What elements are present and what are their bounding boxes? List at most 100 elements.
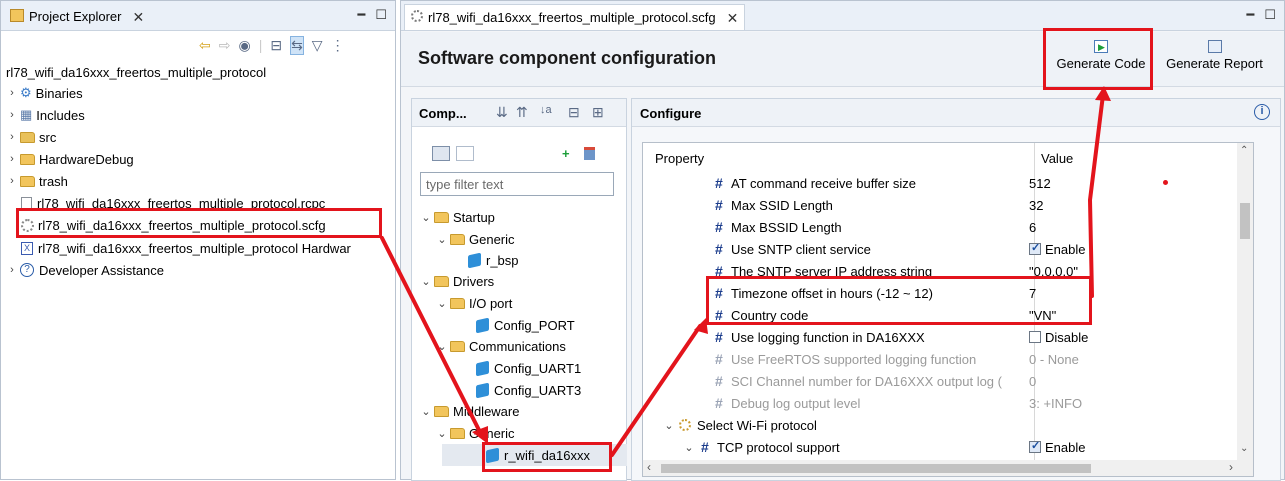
page-title: Software component configuration [418,48,717,68]
property-row[interactable]: # AT command receive buffer size 512 [643,172,1237,194]
maximize-icon[interactable]: ☐ [1264,7,1276,23]
generate-report-button[interactable]: Generate Report [1157,40,1272,71]
tree-item-binaries[interactable]: › ⚙ Binaries [6,82,82,104]
tree-item-r-bsp[interactable]: r_bsp [468,249,519,271]
property-row[interactable]: # Max SSID Length 32 [643,194,1237,216]
chevron-right-icon[interactable]: › [6,264,18,276]
tree-item-config-uart3[interactable]: Config_UART3 [476,379,581,401]
maximize-icon[interactable]: ☐ [375,7,387,23]
chevron-down-icon[interactable]: ⌄ [420,211,432,224]
tab-project-explorer[interactable]: Project Explorer ✕ [4,4,150,30]
property-row[interactable]: # Use logging function in DA16XXX Disable [643,326,1237,348]
property-value: Enable [1045,439,1086,455]
link-editor-icon[interactable]: ⇆ [290,35,304,55]
chevron-right-icon[interactable]: › [6,87,18,99]
home-icon[interactable]: ◉ [238,37,250,54]
highlight-box-generate-code [1043,28,1153,90]
close-icon[interactable]: ✕ [132,9,144,26]
scroll-up-icon[interactable]: ⌃ [1240,145,1248,156]
add-icon[interactable]: + [562,146,570,161]
scroll-right-icon[interactable]: › [1229,460,1233,474]
tab-scfg-editor[interactable]: rl78_wifi_da16xxx_freertos_multiple_prot… [404,4,746,30]
tree-item-communications[interactable]: ⌄ Communications [436,335,565,357]
property-value: 0 [1029,373,1037,389]
scroll-left-icon[interactable]: ‹ [647,460,651,474]
chevron-right-icon[interactable]: › [6,175,18,187]
scrollbar-thumb[interactable] [1240,203,1250,239]
chevron-down-icon[interactable]: ⌄ [436,233,448,246]
chevron-right-icon[interactable]: › [6,131,18,143]
checkbox-unchecked[interactable] [1029,330,1041,343]
remove-component-icon[interactable]: ⇈ [516,104,528,121]
vertical-scrollbar[interactable]: ⌃ ⌄ [1237,143,1253,461]
horizontal-scrollbar[interactable]: ‹ › [643,460,1253,476]
components-title: Comp... [419,106,467,121]
add-component-icon[interactable]: ⇊ [496,104,508,121]
property-row[interactable]: ⌄ # TCP protocol support Enable [643,436,1237,458]
filter-input[interactable]: type filter text [420,172,614,196]
view-flat-icon[interactable] [456,146,474,161]
tree-item-src[interactable]: › src [6,126,56,148]
tree-item-label: src [39,129,57,145]
scrollbar-thumb[interactable] [661,464,1091,473]
folder-icon [434,405,449,417]
checkbox-checked[interactable] [1029,241,1041,255]
hash-icon: # [715,241,723,257]
highlight-box-r-wifi-component [482,442,612,472]
filter-icon[interactable]: ▽ [312,37,323,54]
hash-icon: # [715,329,723,345]
column-header-value[interactable]: Value [1041,151,1073,166]
chevron-down-icon[interactable]: ⌄ [420,405,432,418]
property-value[interactable]: 32 [1029,198,1043,213]
tree-item-includes[interactable]: › ▦ Includes [6,104,85,126]
tree-item-io-port[interactable]: ⌄ I/O port [436,292,512,314]
property-row[interactable]: # Use SNTP client service Enable [643,238,1237,260]
view-category-icon[interactable] [432,146,450,161]
delete-icon[interactable] [584,147,595,160]
expand-all-icon[interactable]: ⊞ [592,104,604,121]
chevron-down-icon[interactable]: ⌄ [436,340,448,353]
property-group-row[interactable]: ⌄ Select Wi-Fi protocol [643,414,1237,436]
minimize-icon[interactable]: ━ [358,7,366,23]
chevron-down-icon[interactable]: ⌄ [663,419,675,432]
tree-item-label: Drivers [453,273,495,289]
close-icon[interactable]: ✕ [727,10,739,27]
tree-item-developer-assistance[interactable]: › ? Developer Assistance [6,259,164,281]
red-dot [1163,180,1168,185]
minimize-icon[interactable]: ━ [1247,7,1255,23]
collapse-all-icon[interactable]: ⊟ [568,104,580,121]
tree-item-hardwaredebug[interactable]: › HardwareDebug [6,148,134,170]
tree-item-trash[interactable]: › trash [6,170,68,192]
sort-az-icon[interactable]: ↓a [540,104,552,116]
column-header-property[interactable]: Property [655,151,704,166]
tree-item-config-uart1[interactable]: Config_UART1 [476,357,581,379]
info-icon[interactable]: i [1254,104,1270,120]
view-menu-icon[interactable]: ⋮ [331,37,345,54]
chevron-down-icon[interactable]: ⌄ [436,427,448,440]
tree-item-hardware-xml[interactable]: X rl78_wifi_da16xxx_freertos_multiple_pr… [21,237,393,259]
hash-icon: # [715,219,723,235]
highlight-box-timezone-country [706,276,1092,325]
forward-arrow-icon[interactable]: ⇨ [219,37,231,54]
chevron-down-icon[interactable]: ⌄ [436,297,448,310]
component-icon [468,252,481,268]
tree-item-generic[interactable]: ⌄ Generic [436,228,514,250]
chevron-right-icon[interactable]: › [6,153,18,165]
tree-item-middleware-generic[interactable]: ⌄ Generic [436,422,514,444]
tree-item-label: HardwareDebug [39,151,134,167]
back-arrow-icon[interactable]: ⇦ [199,37,211,54]
chevron-right-icon[interactable]: › [6,109,18,121]
property-value[interactable]: 6 [1029,220,1036,235]
tree-item-drivers[interactable]: ⌄ Drivers [420,270,494,292]
collapse-all-icon[interactable]: ⊟ [270,37,282,54]
tree-item-config-port[interactable]: Config_PORT [476,314,575,336]
tree-item-middleware[interactable]: ⌄ Middleware [420,400,519,422]
property-value[interactable]: 512 [1029,176,1051,191]
property-row[interactable]: # Max BSSID Length 6 [643,216,1237,238]
tree-item-startup[interactable]: ⌄ Startup [420,206,495,228]
chevron-down-icon[interactable]: ⌄ [683,441,695,454]
scroll-down-icon[interactable]: ⌄ [1240,443,1248,454]
checkbox-checked[interactable] [1029,439,1041,453]
tree-item-label: Config_UART1 [494,360,582,376]
chevron-down-icon[interactable]: ⌄ [420,275,432,288]
